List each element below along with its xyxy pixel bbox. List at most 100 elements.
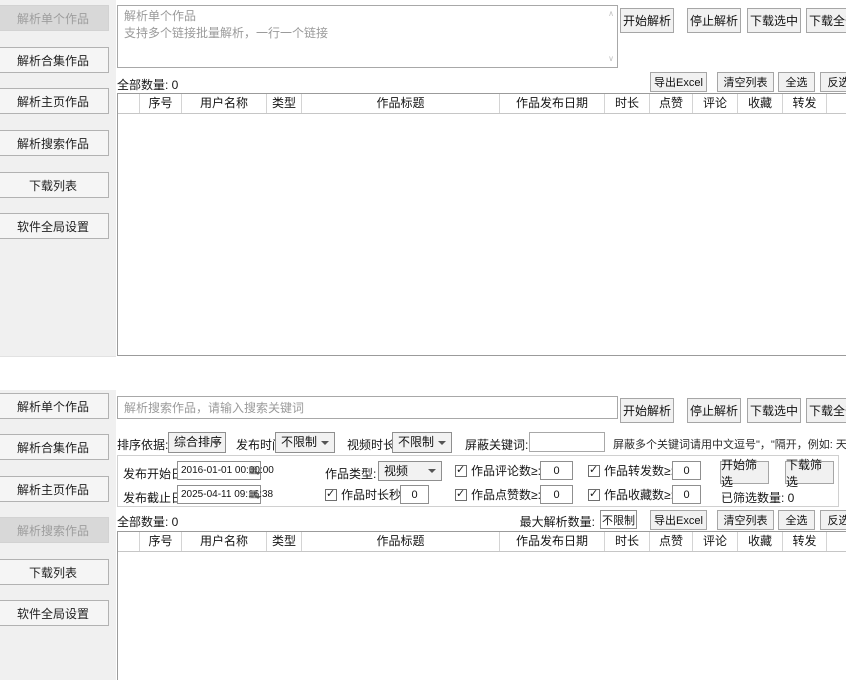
start-parse-button[interactable]: 开始解析 xyxy=(620,398,674,423)
check-icon: ✓ xyxy=(326,487,335,500)
start-filter-button[interactable]: 开始筛选 xyxy=(720,461,769,484)
download-all-button[interactable]: 下载全部 xyxy=(806,8,846,33)
block-keyword-hint: 屏蔽多个关键词请用中文逗号"，"隔开，例如: 天气，穿搭 xyxy=(613,436,846,452)
sidebar-item-label: 解析主页作品 xyxy=(17,481,89,498)
total-count-label: 全部数量: 0 xyxy=(117,76,178,93)
sidebar-item-label: 下载列表 xyxy=(29,177,77,194)
max-parse-input[interactable] xyxy=(600,510,637,529)
checkbox-column-header[interactable] xyxy=(118,94,140,113)
scroll-up-icon[interactable]: ∧ xyxy=(608,10,614,18)
column-header-extra[interactable] xyxy=(827,94,846,113)
sort-by-select[interactable]: 综合排序 xyxy=(168,432,226,453)
check-icon: ✓ xyxy=(589,487,598,500)
sidebar-item-label: 软件全局设置 xyxy=(17,605,89,622)
forward-count-input[interactable] xyxy=(672,461,701,480)
block-keyword-input[interactable] xyxy=(529,432,605,452)
duration-seconds-checkbox[interactable]: ✓ 作品时长秒≥: xyxy=(325,486,411,503)
scroll-down-icon[interactable]: ∨ xyxy=(608,55,614,63)
export-excel-button[interactable]: 导出Excel xyxy=(650,510,707,530)
link-input-textarea[interactable]: 解析单个作品 支持多个链接批量解析，一行一个链接 ∧ ∨ xyxy=(117,5,618,68)
max-parse-label: 最大解析数量: xyxy=(490,513,595,530)
chevron-down-icon xyxy=(212,441,220,445)
checkbox-checked[interactable]: ✓ xyxy=(455,489,467,501)
select-all-button[interactable]: 全选 xyxy=(778,72,815,92)
column-header-shares[interactable]: 转发 xyxy=(783,532,827,551)
column-header-index[interactable]: 序号 xyxy=(140,94,182,113)
clear-list-button[interactable]: 清空列表 xyxy=(717,510,774,530)
stop-parse-button[interactable]: 停止解析 xyxy=(687,398,741,423)
checkbox-column-header[interactable] xyxy=(118,532,140,551)
sidebar-item-parse-search[interactable]: 解析搜索作品 xyxy=(0,130,109,156)
like-count-label: 作品点赞数≥: xyxy=(471,486,541,503)
clear-list-button[interactable]: 清空列表 xyxy=(717,72,774,92)
search-keyword-input[interactable] xyxy=(117,396,618,419)
work-type-select[interactable]: 视频 xyxy=(378,461,442,481)
duration-seconds-input[interactable] xyxy=(400,485,429,504)
sidebar-item-label: 解析搜索作品 xyxy=(17,135,89,152)
column-header-type[interactable]: 类型 xyxy=(267,94,302,113)
column-header-username[interactable]: 用户名称 xyxy=(182,532,267,551)
column-header-likes[interactable]: 点赞 xyxy=(650,532,693,551)
video-duration-select[interactable]: 不限制 xyxy=(392,432,452,453)
download-all-button[interactable]: 下载全部 xyxy=(806,398,846,423)
sidebar-item-label: 解析单个作品 xyxy=(17,398,89,415)
select-all-button[interactable]: 全选 xyxy=(778,510,815,530)
textarea-placeholder-line2: 支持多个链接批量解析，一行一个链接 xyxy=(118,25,617,42)
column-header-index[interactable]: 序号 xyxy=(140,532,182,551)
forward-count-checkbox[interactable]: ✓ 作品转发数≥: xyxy=(588,462,674,479)
video-duration-value: 不限制 xyxy=(398,435,434,449)
column-header-favorites[interactable]: 收藏 xyxy=(738,532,783,551)
comment-count-input[interactable] xyxy=(540,461,573,480)
column-header-shares[interactable]: 转发 xyxy=(783,94,827,113)
favorite-count-input[interactable] xyxy=(672,485,701,504)
download-selected-button[interactable]: 下载选中 xyxy=(747,8,801,33)
video-duration-label: 视频时长: xyxy=(347,436,398,453)
sidebar-item-parse-collection[interactable]: 解析合集作品 xyxy=(0,47,109,73)
download-selected-button[interactable]: 下载选中 xyxy=(747,398,801,423)
sidebar-item-global-settings[interactable]: 软件全局设置 xyxy=(0,213,109,239)
sidebar-item-download-list[interactable]: 下载列表 xyxy=(0,559,109,585)
column-header-title[interactable]: 作品标题 xyxy=(302,94,500,113)
invert-select-button[interactable]: 反选 xyxy=(820,510,846,530)
column-header-type[interactable]: 类型 xyxy=(267,532,302,551)
invert-select-button[interactable]: 反选 xyxy=(820,72,846,92)
download-filter-button[interactable]: 下载筛选 xyxy=(785,461,834,484)
like-count-input[interactable] xyxy=(540,485,573,504)
column-header-likes[interactable]: 点赞 xyxy=(650,94,693,113)
start-date-picker[interactable]: 2016-01-01 00:00:00 ▦ xyxy=(177,461,261,480)
favorite-count-checkbox[interactable]: ✓ 作品收藏数≥: xyxy=(588,486,674,503)
filtered-count-label: 已筛选数量: 0 xyxy=(721,489,794,506)
column-header-comments[interactable]: 评论 xyxy=(693,532,738,551)
comment-count-checkbox[interactable]: ✓ 作品评论数≥: xyxy=(455,462,541,479)
column-header-extra[interactable] xyxy=(827,532,846,551)
sidebar-item-global-settings[interactable]: 软件全局设置 xyxy=(0,600,109,626)
column-header-publish-date[interactable]: 作品发布日期 xyxy=(500,94,605,113)
checkbox-checked[interactable]: ✓ xyxy=(455,465,467,477)
column-header-username[interactable]: 用户名称 xyxy=(182,94,267,113)
checkbox-checked[interactable]: ✓ xyxy=(588,465,600,477)
chevron-down-icon xyxy=(438,441,446,445)
column-header-favorites[interactable]: 收藏 xyxy=(738,94,783,113)
checkbox-checked[interactable]: ✓ xyxy=(325,489,337,501)
column-header-publish-date[interactable]: 作品发布日期 xyxy=(500,532,605,551)
check-icon: ✓ xyxy=(589,463,598,476)
column-header-comments[interactable]: 评论 xyxy=(693,94,738,113)
sidebar-item-parse-single[interactable]: 解析单个作品 xyxy=(0,393,109,419)
sidebar-item-parse-collection[interactable]: 解析合集作品 xyxy=(0,434,109,460)
like-count-checkbox[interactable]: ✓ 作品点赞数≥: xyxy=(455,486,541,503)
publish-time-select[interactable]: 不限制 xyxy=(275,432,335,453)
sidebar-item-parse-homepage[interactable]: 解析主页作品 xyxy=(0,88,109,114)
sidebar-item-label: 解析合集作品 xyxy=(17,52,89,69)
sidebar-item-parse-homepage[interactable]: 解析主页作品 xyxy=(0,476,109,502)
column-header-duration[interactable]: 时长 xyxy=(605,532,650,551)
chevron-down-icon xyxy=(428,469,436,473)
column-header-duration[interactable]: 时长 xyxy=(605,94,650,113)
sidebar-item-download-list[interactable]: 下载列表 xyxy=(0,172,109,198)
column-header-title[interactable]: 作品标题 xyxy=(302,532,500,551)
export-excel-button[interactable]: 导出Excel xyxy=(650,72,707,92)
stop-parse-button[interactable]: 停止解析 xyxy=(687,8,741,33)
start-parse-button[interactable]: 开始解析 xyxy=(620,8,674,33)
checkbox-checked[interactable]: ✓ xyxy=(588,489,600,501)
work-type-value: 视频 xyxy=(384,464,408,478)
end-date-picker[interactable]: 2025-04-11 09:16:38 ▦ xyxy=(177,485,261,504)
